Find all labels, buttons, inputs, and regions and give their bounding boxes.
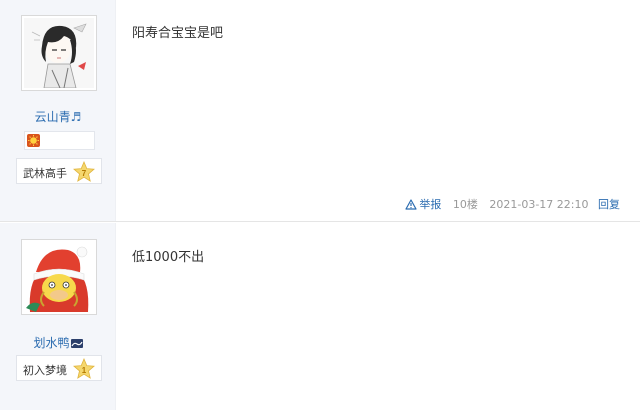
rank-title: 初入梦境: [23, 364, 67, 377]
rank-box: 初入梦境 1: [16, 355, 102, 381]
avatar[interactable]: [21, 239, 97, 315]
warning-triangle-icon[interactable]: [405, 199, 417, 210]
star-badge-icon: 1: [73, 358, 95, 379]
rank-box: 武林高手 7: [16, 158, 102, 184]
rank-title: 武林高手: [23, 167, 67, 180]
avatar[interactable]: [21, 15, 97, 91]
username-link[interactable]: 云山青♬: [0, 108, 116, 125]
post-content: 低1000不出: [132, 250, 205, 265]
post-time: 2021-03-17 22:10: [489, 198, 589, 211]
report-link[interactable]: 举报: [419, 198, 441, 211]
medal-bar: [24, 131, 95, 150]
rank-level: 1: [82, 366, 87, 375]
star-badge-icon: 7: [73, 161, 95, 182]
sun-medal-icon[interactable]: [27, 134, 40, 147]
wave-icon: [70, 339, 83, 348]
post-content: 阳寿合宝宝是吧: [132, 26, 224, 41]
post-floor-10: 云山青♬ 武林高手 7 阳寿合宝宝是吧 举报 10楼 2021-03-17 22…: [0, 0, 640, 222]
username: 划水鸭: [33, 336, 70, 350]
user-sidebar: 云山青♬ 武林高手 7: [0, 0, 116, 221]
post-next: 划水鸭 初入梦境 1 低1000不出: [0, 223, 640, 410]
user-sidebar: 划水鸭 初入梦境 1: [0, 223, 116, 410]
reply-link[interactable]: 回复: [598, 198, 620, 211]
rank-level: 7: [82, 169, 87, 178]
avatar-image-santa-psyduck: [24, 242, 94, 312]
floor-number: 10楼: [452, 198, 478, 211]
post-meta: 举报 10楼 2021-03-17 22:10 回复: [405, 196, 620, 212]
username-link[interactable]: 划水鸭: [0, 334, 116, 351]
avatar-image-anime-boy: [24, 18, 94, 88]
